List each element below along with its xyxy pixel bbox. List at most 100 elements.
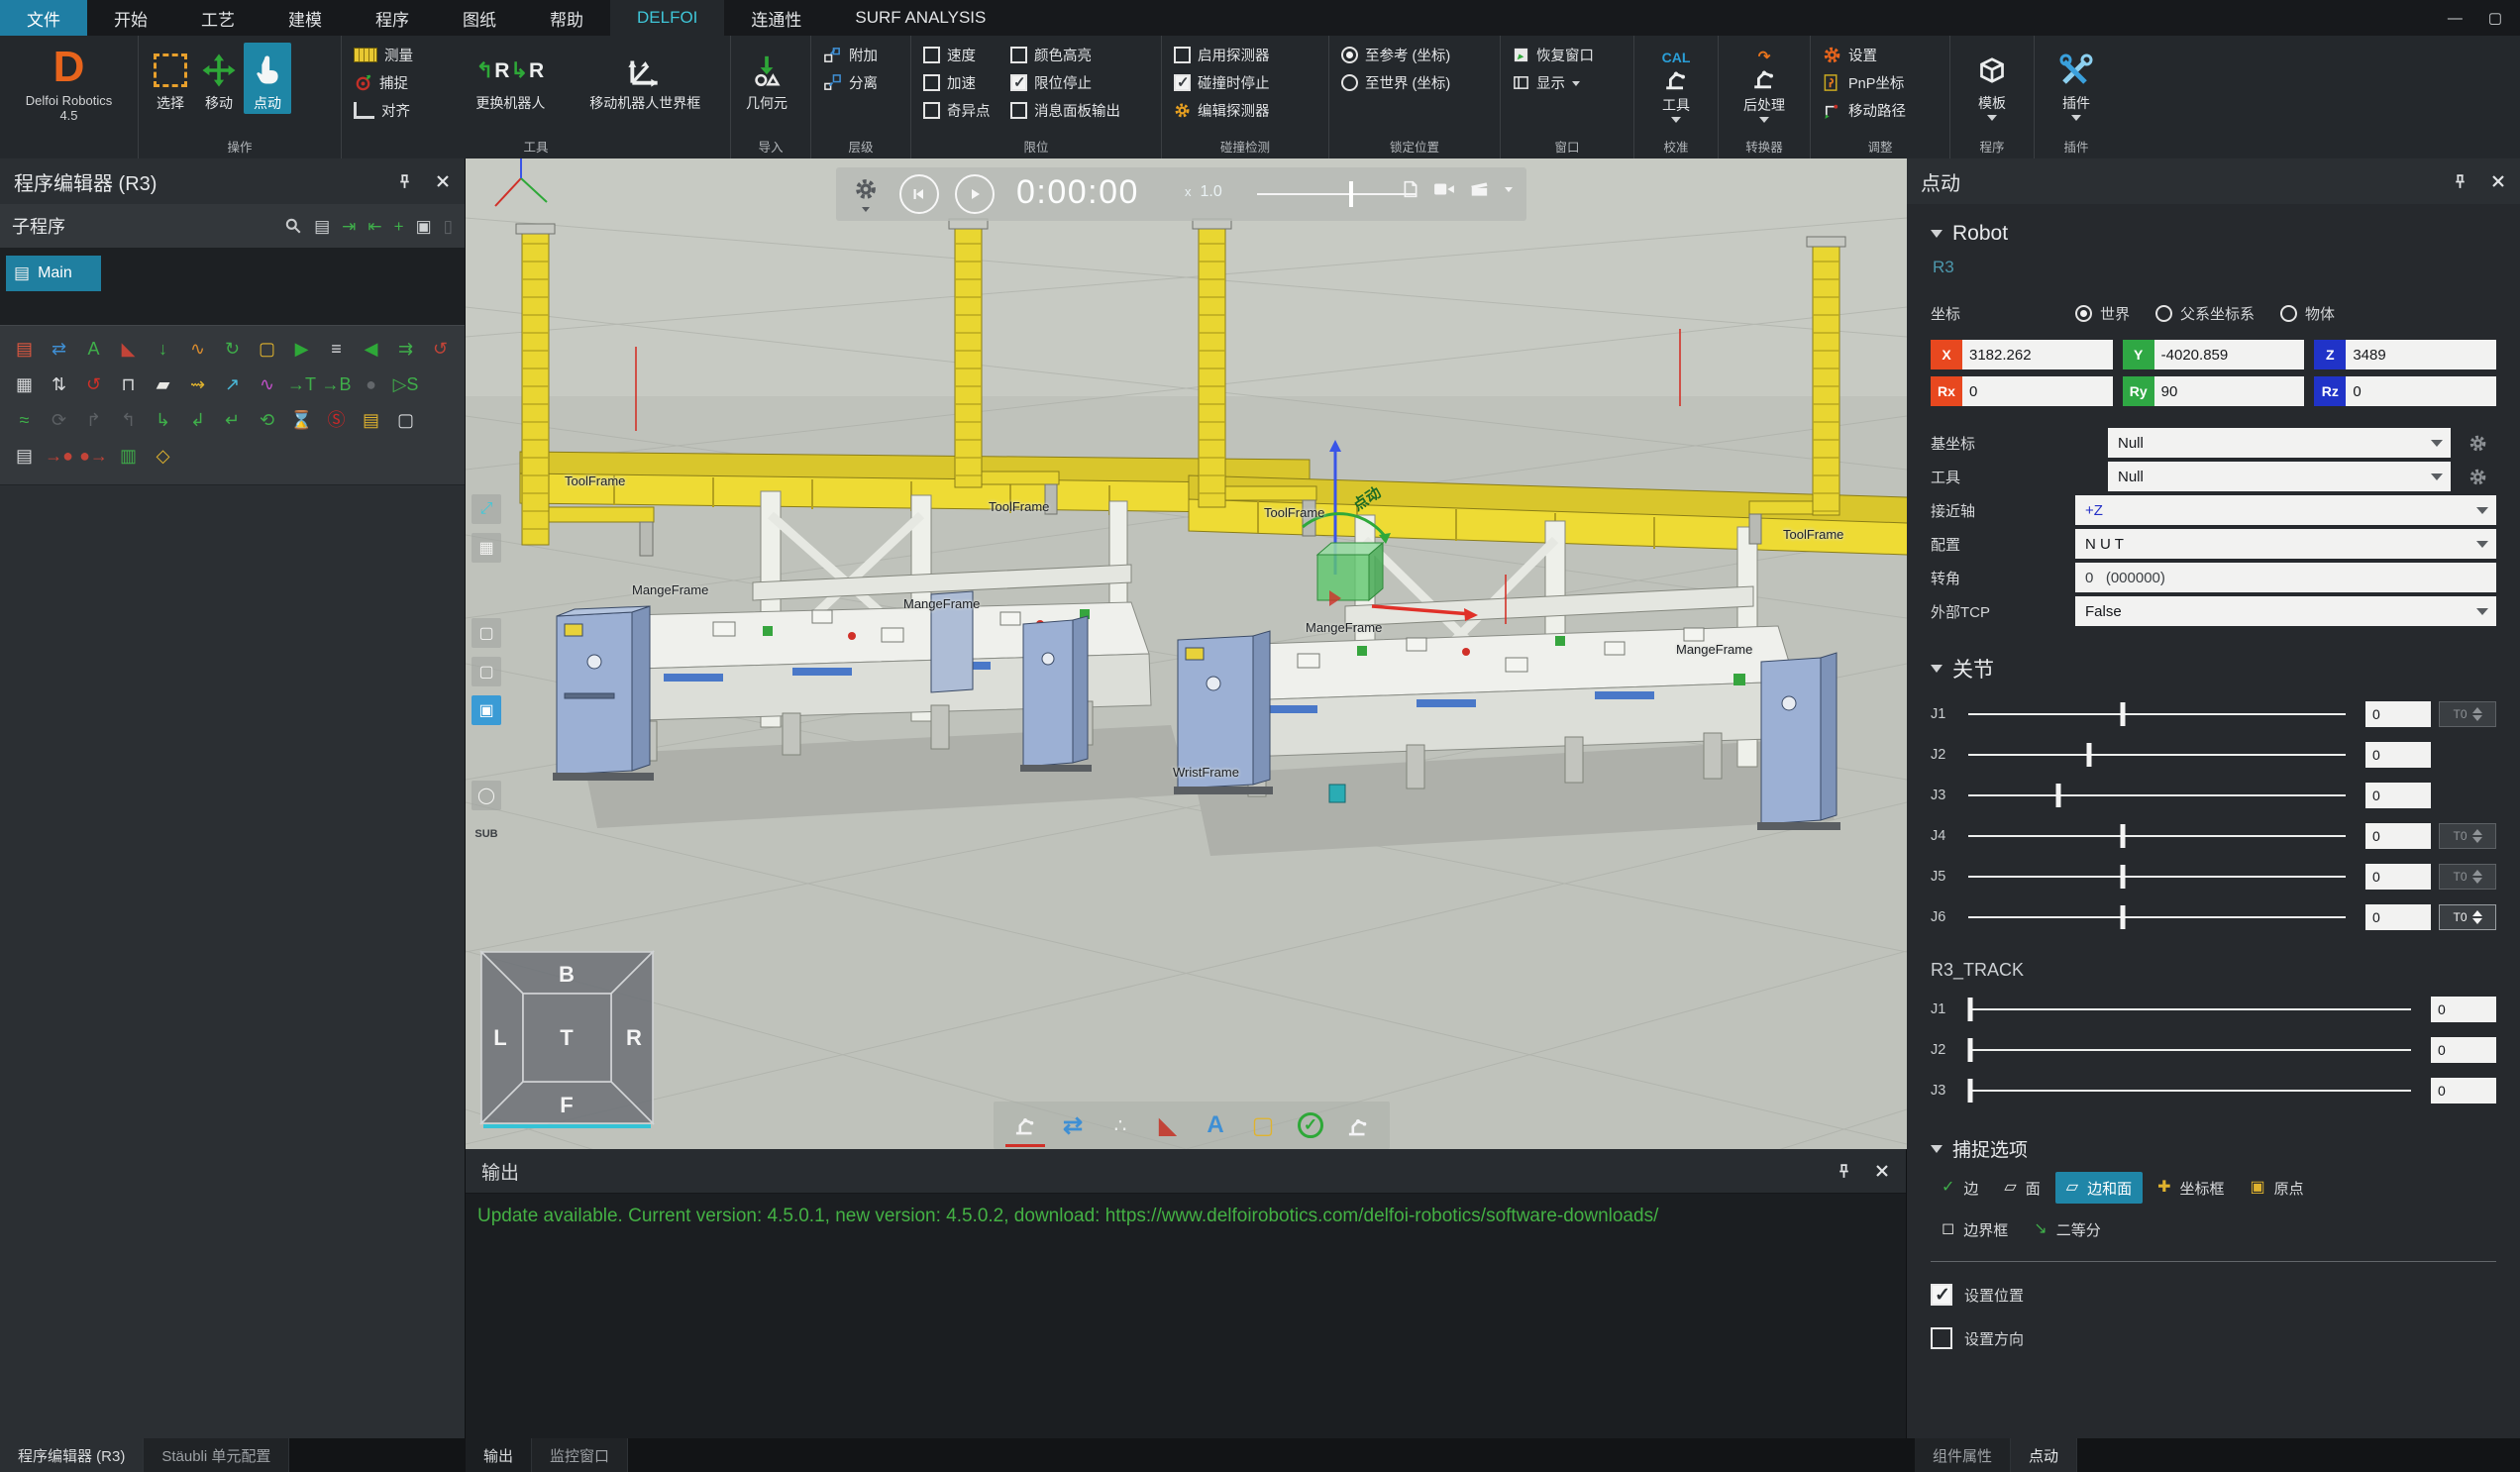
plugin-button[interactable]: 插件 — [2051, 43, 2101, 124]
joint-value-input[interactable]: 0 — [2431, 997, 2496, 1022]
joint-slider[interactable] — [1968, 1076, 2411, 1105]
editor-toolbar-icon[interactable]: ↓ — [147, 332, 179, 366]
joint-slider-handle[interactable] — [2086, 743, 2091, 767]
setting-dropdown[interactable]: N U T — [2075, 529, 2496, 559]
editor-toolbar-icon[interactable]: ▤ — [8, 439, 41, 473]
joint-slider-handle[interactable] — [2121, 905, 2126, 929]
postprocess-button[interactable]: ↷ 后处理 — [1736, 43, 1792, 126]
snap-section-header[interactable]: 捕捉选项 — [1931, 1135, 2496, 1162]
joint-t0-spinner[interactable]: T0 — [2439, 823, 2496, 849]
joint-slider[interactable] — [1968, 995, 2411, 1024]
text-label-icon[interactable]: A — [1196, 1105, 1235, 1145]
joint-value-input[interactable]: 0 — [2365, 823, 2431, 849]
editor-toolbar-icon[interactable]: ↺ — [77, 368, 110, 401]
view-cube[interactable]: B L T R F — [475, 946, 659, 1129]
close-icon[interactable] — [2490, 173, 2506, 189]
ramp-icon[interactable]: ◣ — [1148, 1105, 1188, 1145]
geometry-button[interactable]: 几何元 — [739, 43, 794, 114]
snap-button[interactable]: 捕捉 — [350, 70, 453, 95]
confirm-icon[interactable]: ✓ — [1291, 1105, 1330, 1145]
subprogram-toolbar-icon[interactable]: + — [394, 218, 404, 235]
setting-dropdown[interactable]: Null — [2108, 428, 2451, 458]
joint-slider[interactable] — [1968, 862, 2346, 892]
subprogram-item-main[interactable]: ▤ Main — [6, 256, 101, 291]
joint-slider-handle[interactable] — [2121, 865, 2126, 889]
settings-button[interactable]: 设置 — [1819, 43, 1910, 67]
joint-value-input[interactable]: 0 — [2365, 864, 2431, 890]
panel-tab[interactable]: 输出 — [466, 1438, 532, 1472]
pose-value-input[interactable]: 90 — [2154, 376, 2305, 406]
move-path-button[interactable]: 移动路径 — [1819, 98, 1910, 123]
pnp-frame-button[interactable]: PnP坐标 — [1819, 70, 1910, 95]
editor-toolbar-icon[interactable]: ⌛ — [285, 403, 318, 437]
editor-toolbar-icon[interactable]: →● — [43, 439, 75, 473]
menu-item[interactable]: 建模 — [262, 0, 349, 36]
robot-program-icon[interactable] — [1005, 1104, 1045, 1147]
export-pdf-icon[interactable] — [1402, 180, 1419, 198]
pose-value-input[interactable]: 0 — [1962, 376, 2113, 406]
setting-gear-button[interactable] — [2459, 428, 2496, 458]
editor-toolbar-icon[interactable]: ◣ — [112, 332, 145, 366]
joint-t0-spinner[interactable]: T0 — [2439, 904, 2496, 930]
pin-icon[interactable] — [2452, 173, 2468, 190]
editor-toolbar-icon[interactable]: →B — [320, 368, 353, 401]
restore-window-icon[interactable]: ▢ — [2488, 9, 2502, 27]
subprogram-toolbar-icon[interactable]: ⇥ — [342, 218, 356, 235]
color-highlight-checkbox[interactable]: 颜色高亮 — [1006, 43, 1124, 67]
align-button[interactable]: 对齐 — [350, 98, 453, 123]
pose-value-input[interactable]: 3489 — [2346, 340, 2496, 369]
viewport-tool-button[interactable]: ⤢ — [472, 494, 501, 524]
snap-option-button[interactable]: ▱ 面 — [1993, 1172, 2050, 1204]
subprogram-toolbar-icon[interactable]: ▤ — [314, 218, 330, 235]
editor-toolbar-icon[interactable]: ⇄ — [43, 332, 75, 366]
accel-checkbox[interactable]: 加速 — [919, 70, 1006, 95]
waypoints-icon[interactable]: ∴ — [1101, 1105, 1140, 1145]
joints-section-header[interactable]: 关节 — [1931, 654, 2496, 683]
move-button[interactable]: 移动 — [194, 43, 244, 114]
joint-value-input[interactable]: 0 — [2431, 1078, 2496, 1104]
panel-tab[interactable]: 组件属性 — [1915, 1438, 2011, 1472]
playback-settings-button[interactable] — [854, 177, 878, 217]
coord-radio[interactable]: 世界 — [2075, 303, 2130, 324]
coord-radio[interactable]: 父系坐标系 — [2155, 303, 2255, 324]
pin-icon[interactable] — [396, 173, 413, 190]
update-message[interactable]: Update available. Current version: 4.5.0… — [466, 1194, 1906, 1239]
editor-toolbar-icon[interactable]: ⟲ — [251, 403, 283, 437]
editor-toolbar-icon[interactable]: ↲ — [181, 403, 214, 437]
jog-button[interactable]: 点动 — [244, 43, 291, 114]
joint-value-input[interactable]: 0 — [2365, 783, 2431, 808]
editor-toolbar-icon[interactable]: ▢ — [251, 332, 283, 366]
speed-slider-handle[interactable] — [1349, 181, 1353, 207]
minimize-icon[interactable]: — — [2448, 10, 2463, 27]
panel-tab[interactable]: 程序编辑器 (R3) — [0, 1438, 144, 1472]
editor-toolbar-icon[interactable]: ∿ — [251, 368, 283, 401]
joint-slider-handle[interactable] — [2056, 784, 2061, 807]
editor-toolbar-icon[interactable]: →T — [285, 368, 318, 401]
move-robot-world-frame-button[interactable]: 移动机器人世界框 — [569, 43, 722, 114]
template-button[interactable]: 模板 — [1967, 43, 2017, 124]
search-icon[interactable] — [284, 217, 302, 235]
select-button[interactable]: 选择 — [147, 43, 194, 114]
enable-detector-checkbox[interactable]: 启用探测器 — [1170, 43, 1274, 67]
snap-option-button[interactable]: ▱ 边和面 — [2055, 1172, 2143, 1204]
joint-slider[interactable] — [1968, 740, 2346, 770]
joint-slider[interactable] — [1968, 821, 2346, 851]
joint-slider-handle[interactable] — [1968, 998, 1973, 1021]
panel-tab[interactable]: 监控窗口 — [532, 1438, 628, 1472]
subprogram-toolbar-icon[interactable]: ⇤ — [368, 218, 381, 235]
joint-value-input[interactable]: 0 — [2365, 904, 2431, 930]
to-world-radio[interactable]: 至世界 (坐标) — [1337, 70, 1454, 95]
editor-toolbar-icon[interactable]: ●→ — [77, 439, 110, 473]
editor-toolbar-icon[interactable]: ≡ — [320, 332, 353, 366]
attach-button[interactable]: 附加 — [819, 43, 882, 67]
joint-slider-handle[interactable] — [2121, 824, 2126, 848]
menu-item[interactable]: 文件 — [0, 0, 87, 36]
editor-toolbar-icon[interactable]: ⊓ — [112, 368, 145, 401]
editor-toolbar-icon[interactable]: ▰ — [147, 368, 179, 401]
joint-slider[interactable] — [1968, 1035, 2411, 1065]
editor-toolbar-icon[interactable]: ⟳ — [43, 403, 75, 437]
setting-dropdown[interactable]: +Z — [2075, 495, 2496, 525]
pose-value-input[interactable]: 3182.262 — [1962, 340, 2113, 369]
viewport-tool-button[interactable]: ▢ — [472, 618, 501, 648]
editor-toolbar-icon[interactable]: ▢ — [389, 403, 422, 437]
